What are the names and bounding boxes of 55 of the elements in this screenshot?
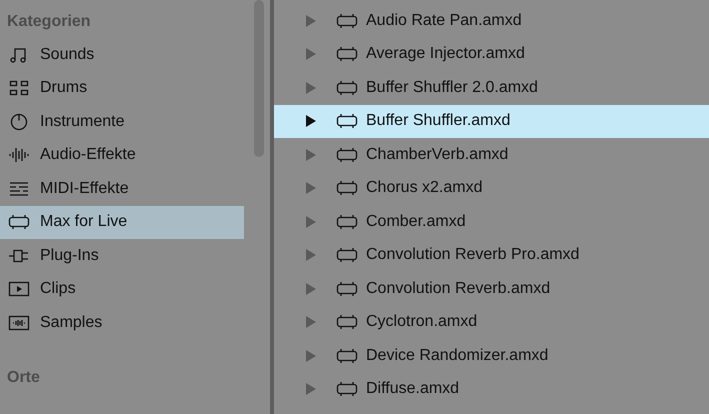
file-row[interactable]: Device Randomizer.amxd — [274, 339, 709, 372]
sidebar-item[interactable]: Plug-Ins — [0, 239, 244, 272]
file-name: Audio Rate Pan.amxd — [366, 10, 522, 31]
sidebar-item[interactable]: Instrumente — [0, 105, 244, 138]
file-name: Device Randomizer.amxd — [366, 346, 548, 366]
file-row[interactable]: ChamberVerb.amxd — [274, 138, 709, 172]
file-row[interactable]: Cyclotron.amxd — [274, 306, 709, 339]
device-icon — [336, 146, 358, 163]
sidebar-item[interactable]: Audio-Effekte — [0, 138, 244, 172]
expand-triangle-icon[interactable] — [306, 115, 316, 128]
sidebar-item[interactable]: MIDI-Effekte — [0, 172, 244, 206]
device-icon — [336, 46, 358, 62]
file-name: Convolution Reverb.amxd — [366, 278, 550, 299]
file-row[interactable]: Convolution Reverb Pro.amxd — [274, 238, 709, 272]
device-icon — [336, 280, 358, 297]
file-name: ChamberVerb.amxd — [366, 144, 508, 165]
file-name: Average Injector.amxd — [366, 44, 525, 64]
section-heading: Kategorien — [6, 12, 92, 32]
play-box-icon — [8, 280, 30, 298]
sidebar-item[interactable]: Samples — [0, 306, 244, 340]
file-name: Cyclotron.amxd — [366, 312, 478, 332]
file-row[interactable]: Chorus x2.amxd — [274, 172, 709, 205]
waveform-icon — [8, 146, 30, 164]
sidebar-item[interactable]: Sounds — [0, 38, 244, 72]
file-row[interactable]: Buffer Shuffler.amxd — [274, 104, 709, 138]
sidebar-item[interactable]: Drums — [0, 72, 244, 105]
file-row[interactable]: Diffuse.amxd — [274, 372, 709, 406]
section-heading: Orte — [6, 368, 41, 388]
device-icon — [336, 180, 358, 196]
file-name: Diffuse.amxd — [366, 379, 460, 400]
device-icon — [336, 12, 358, 29]
device-icon — [336, 381, 358, 398]
device-icon — [336, 113, 358, 130]
file-name: Chorus x2.amxd — [366, 178, 482, 198]
device-icon — [336, 80, 358, 96]
file-name: Comber.amxd — [366, 212, 466, 232]
knob-icon — [8, 112, 30, 131]
file-name: Convolution Reverb Pro.amxd — [366, 245, 580, 266]
file-row[interactable]: Buffer Shuffler 2.0.amxd — [274, 71, 709, 104]
file-row[interactable]: Convolution Reverb.amxd — [274, 272, 709, 306]
file-row[interactable]: Comber.amxd — [274, 205, 709, 238]
file-row[interactable]: Average Injector.amxd — [274, 38, 709, 71]
sidebar-item[interactable]: Max for Live — [0, 206, 244, 239]
sample-box-icon — [8, 314, 30, 332]
grid-icon — [8, 79, 30, 98]
device-icon — [8, 214, 30, 230]
device-icon — [336, 348, 358, 364]
device-icon — [336, 247, 358, 264]
device-icon — [336, 314, 358, 330]
file-name: Buffer Shuffler 2.0.amxd — [366, 78, 538, 98]
file-row[interactable]: Audio Rate Pan.amxd — [274, 4, 709, 38]
device-icon — [336, 214, 358, 230]
file-name: Buffer Shuffler.amxd — [366, 111, 510, 132]
midi-lines-icon — [8, 180, 30, 198]
sidebar-item[interactable]: Clips — [0, 272, 244, 306]
